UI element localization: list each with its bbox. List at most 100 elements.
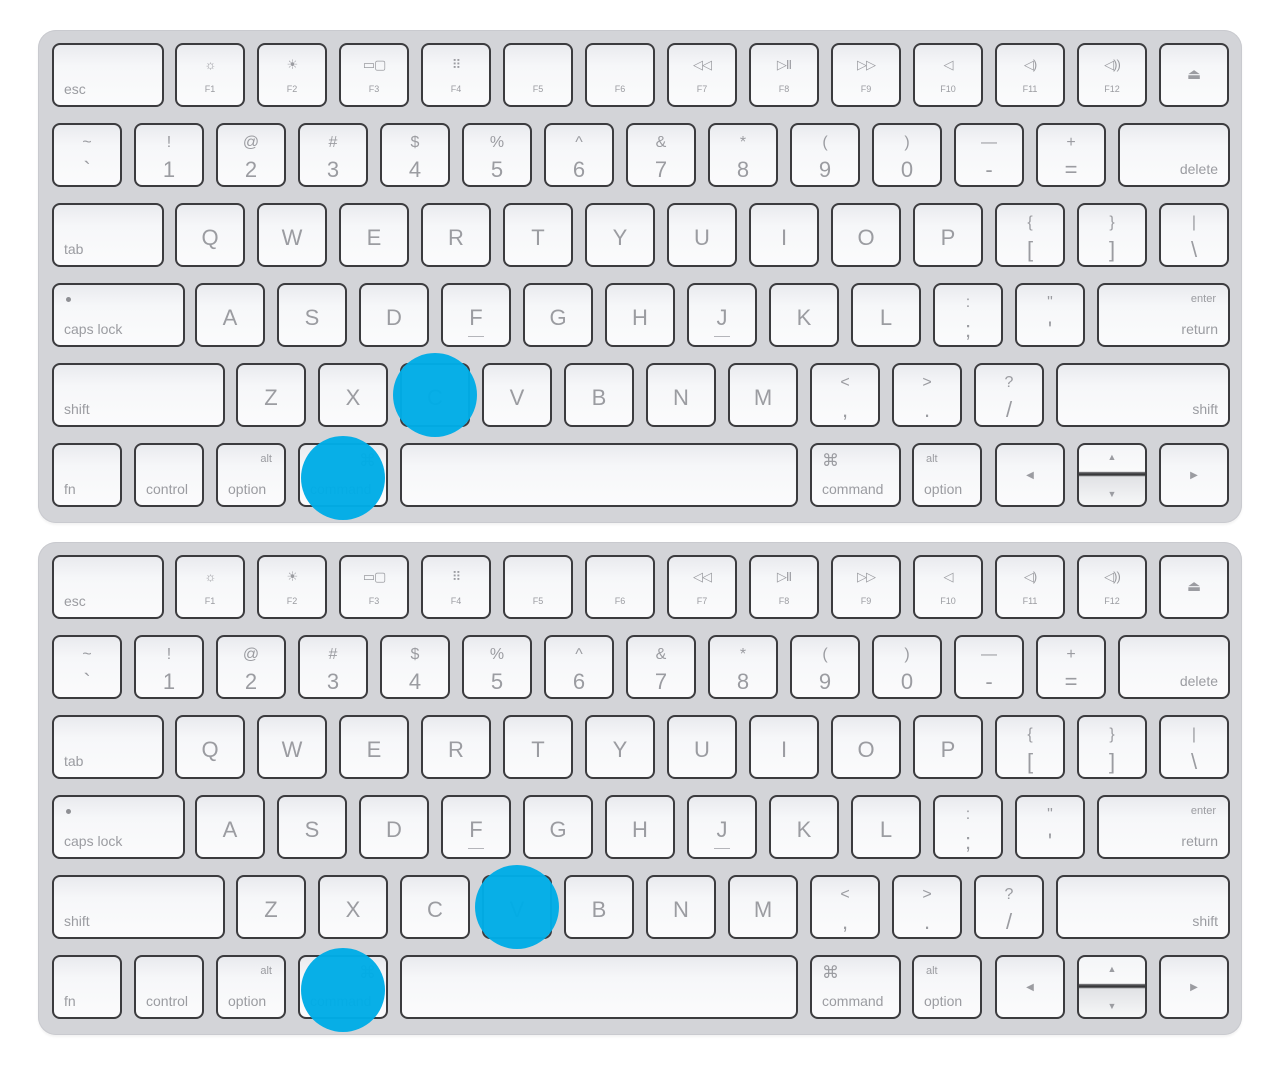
- key-minus[interactable]: — -: [954, 123, 1024, 187]
- key-0[interactable]: ) 0: [872, 123, 942, 187]
- key-tab[interactable]: tab: [52, 203, 164, 267]
- key-arrow-updown[interactable]: ▲ ▼: [1077, 955, 1147, 1019]
- key-comma[interactable]: <,: [810, 875, 880, 939]
- key-z[interactable]: Z: [236, 875, 306, 939]
- key-s[interactable]: S: [277, 283, 347, 347]
- key-w[interactable]: W: [257, 715, 327, 779]
- key-slash[interactable]: ? /: [974, 363, 1044, 427]
- key-f12[interactable]: ◁)) F12: [1077, 43, 1147, 107]
- key-6[interactable]: ^ 6: [544, 123, 614, 187]
- key-delete[interactable]: delete: [1118, 635, 1230, 699]
- key-e[interactable]: E: [339, 715, 409, 779]
- key-quote[interactable]: " ': [1015, 795, 1085, 859]
- key-period[interactable]: >.: [892, 363, 962, 427]
- key-u[interactable]: U: [667, 203, 737, 267]
- key-backtick[interactable]: ~ `: [52, 635, 122, 699]
- key-l[interactable]: L: [851, 283, 921, 347]
- key-y[interactable]: Y: [585, 203, 655, 267]
- key-shift-left[interactable]: shift: [52, 363, 225, 427]
- key-lbracket[interactable]: {[: [995, 715, 1065, 779]
- key-slash[interactable]: ? /: [974, 875, 1044, 939]
- key-arrow-left[interactable]: ◀: [995, 955, 1065, 1019]
- key-backslash[interactable]: | \: [1159, 715, 1229, 779]
- key-r[interactable]: R: [421, 203, 491, 267]
- key-lbracket[interactable]: {[: [995, 203, 1065, 267]
- key-rbracket[interactable]: }]: [1077, 203, 1147, 267]
- key-x[interactable]: X: [318, 363, 388, 427]
- key-semicolon[interactable]: :;: [933, 795, 1003, 859]
- key-a[interactable]: A: [195, 283, 265, 347]
- key-f5[interactable]: F5: [503, 555, 573, 619]
- key-t[interactable]: T: [503, 203, 573, 267]
- key-f1[interactable]: ☼ F1: [175, 43, 245, 107]
- key-rbracket[interactable]: }]: [1077, 715, 1147, 779]
- key-c[interactable]: C: [400, 875, 470, 939]
- key-s[interactable]: S: [277, 795, 347, 859]
- key-v[interactable]: V: [482, 875, 552, 939]
- key-option-right[interactable]: alt option: [912, 955, 982, 1019]
- key-i[interactable]: I: [749, 715, 819, 779]
- key-eject[interactable]: ⏏: [1159, 43, 1229, 107]
- key-g[interactable]: G: [523, 283, 593, 347]
- key-f3[interactable]: ▭▢ F3: [339, 555, 409, 619]
- key-f1[interactable]: ☼ F1: [175, 555, 245, 619]
- key-y[interactable]: Y: [585, 715, 655, 779]
- key-capslock[interactable]: caps lock: [52, 283, 185, 347]
- key-k[interactable]: K: [769, 283, 839, 347]
- key-d[interactable]: D: [359, 795, 429, 859]
- key-p[interactable]: P: [913, 715, 983, 779]
- key-o[interactable]: O: [831, 715, 901, 779]
- key-fn[interactable]: fn: [52, 955, 122, 1019]
- key-u[interactable]: U: [667, 715, 737, 779]
- key-control[interactable]: control: [134, 955, 204, 1019]
- key-3[interactable]: #3: [298, 635, 368, 699]
- key-option-right[interactable]: alt option: [912, 443, 982, 507]
- key-h[interactable]: H: [605, 795, 675, 859]
- key-d[interactable]: D: [359, 283, 429, 347]
- key-m[interactable]: M: [728, 875, 798, 939]
- key-n[interactable]: N: [646, 363, 716, 427]
- key-quote[interactable]: " ': [1015, 283, 1085, 347]
- key-return[interactable]: enter return: [1097, 283, 1230, 347]
- key-command-right[interactable]: ⌘ command: [810, 443, 901, 507]
- key-8[interactable]: * 8: [708, 123, 778, 187]
- key-semicolon[interactable]: :;: [933, 283, 1003, 347]
- key-r[interactable]: R: [421, 715, 491, 779]
- key-f7[interactable]: ◁◁ F7: [667, 43, 737, 107]
- key-option-left[interactable]: alt option: [216, 955, 286, 1019]
- key-f2[interactable]: ☀ F2: [257, 555, 327, 619]
- key-i[interactable]: I: [749, 203, 819, 267]
- key-space[interactable]: [400, 443, 798, 507]
- key-f11[interactable]: ◁) F11: [995, 43, 1065, 107]
- key-tab[interactable]: tab: [52, 715, 164, 779]
- key-j[interactable]: J: [687, 283, 757, 347]
- key-f12[interactable]: ◁)) F12: [1077, 555, 1147, 619]
- key-arrow-right[interactable]: ▶: [1159, 443, 1229, 507]
- key-f10[interactable]: ◁ F10: [913, 555, 983, 619]
- key-p[interactable]: P: [913, 203, 983, 267]
- key-k[interactable]: K: [769, 795, 839, 859]
- key-fn[interactable]: fn: [52, 443, 122, 507]
- key-f2[interactable]: ☀ F2: [257, 43, 327, 107]
- key-arrow-updown[interactable]: ▲ ▼: [1077, 443, 1147, 507]
- key-8[interactable]: * 8: [708, 635, 778, 699]
- key-eject[interactable]: ⏏: [1159, 555, 1229, 619]
- key-f4[interactable]: ⠿ F4: [421, 555, 491, 619]
- key-option-left[interactable]: alt option: [216, 443, 286, 507]
- key-3[interactable]: #3: [298, 123, 368, 187]
- key-f9[interactable]: ▷▷ F9: [831, 555, 901, 619]
- key-f3[interactable]: ▭▢ F3: [339, 43, 409, 107]
- key-m[interactable]: M: [728, 363, 798, 427]
- key-backtick[interactable]: ~ `: [52, 123, 122, 187]
- key-command-left[interactable]: ⌘ command: [298, 443, 388, 507]
- key-control[interactable]: control: [134, 443, 204, 507]
- key-f5[interactable]: F5: [503, 43, 573, 107]
- key-f[interactable]: F: [441, 795, 511, 859]
- key-shift-right[interactable]: shift: [1056, 363, 1230, 427]
- key-t[interactable]: T: [503, 715, 573, 779]
- key-return[interactable]: enter return: [1097, 795, 1230, 859]
- key-space[interactable]: [400, 955, 798, 1019]
- key-equals[interactable]: + =: [1036, 635, 1106, 699]
- key-shift-right[interactable]: shift: [1056, 875, 1230, 939]
- key-command-right[interactable]: ⌘ command: [810, 955, 901, 1019]
